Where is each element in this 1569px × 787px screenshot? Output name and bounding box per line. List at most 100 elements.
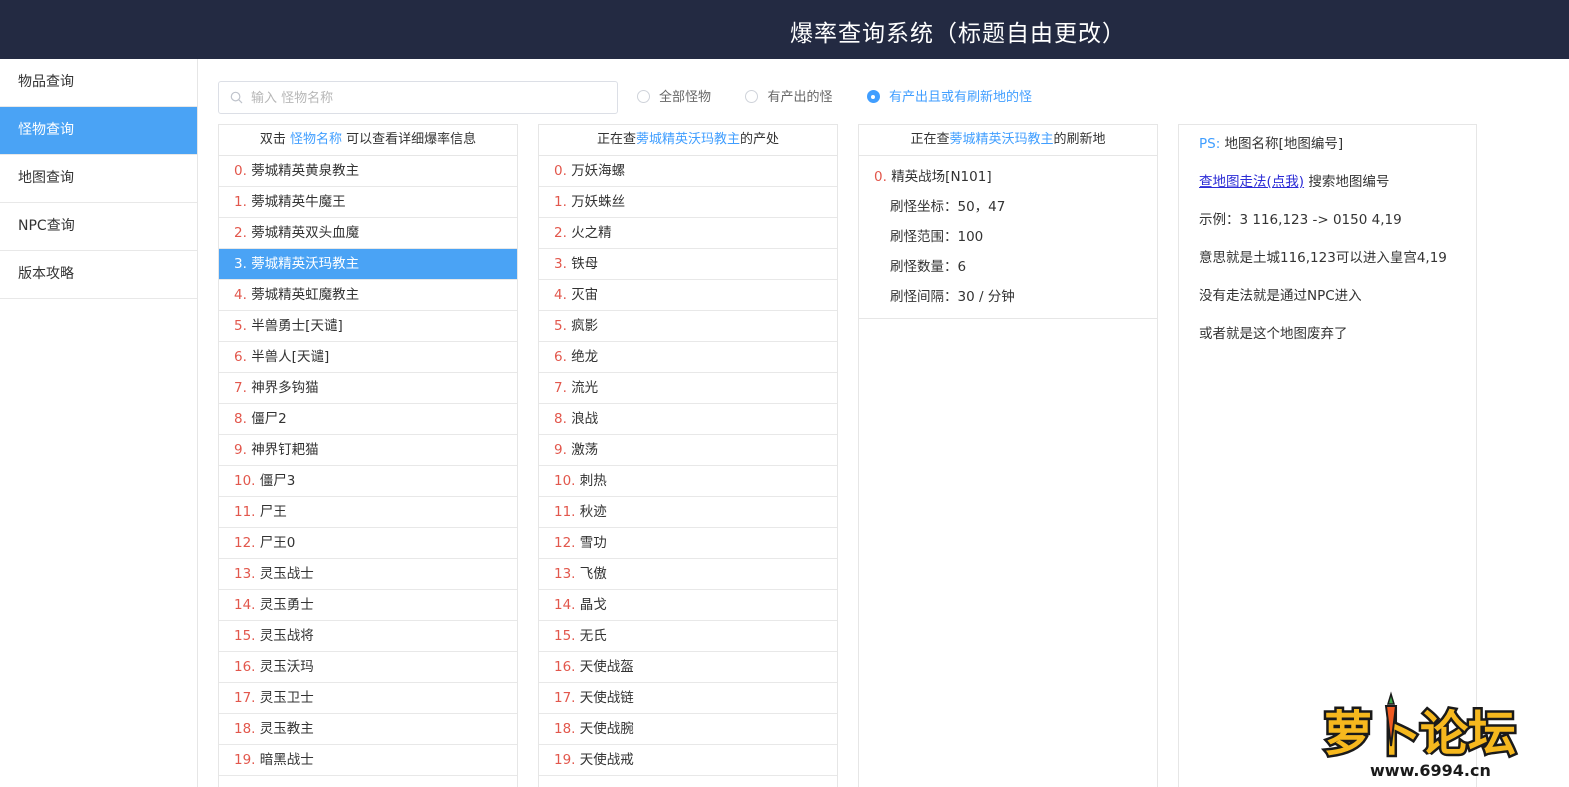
sidebar-item-version-guide[interactable]: 版本攻略 (0, 251, 197, 299)
monster-row[interactable]: 19. 暗黑战士 (219, 745, 517, 776)
monster-row[interactable]: 5. 半兽勇士[天谴] (219, 311, 517, 342)
header-highlight: 怪物名称 (289, 132, 342, 147)
sidebar-item-item-query[interactable]: 物品查询 (0, 59, 197, 107)
drop-row[interactable]: 18. 天使战腕 (539, 714, 837, 745)
monster-row[interactable]: 18. 灵玉教主 (219, 714, 517, 745)
monster-name: 暗黑战士 (259, 752, 314, 768)
sidebar-item-npc-query[interactable]: NPC查询 (0, 203, 197, 251)
row-index: 7. (234, 380, 247, 396)
info-example: 示例：3 116,123 -> 0150 4,19 (1199, 212, 1402, 228)
drop-row[interactable]: 12. 雪功 (539, 528, 837, 559)
drop-row[interactable]: 16. 天使战盔 (539, 652, 837, 683)
drop-row[interactable]: 8. 浪战 (539, 404, 837, 435)
drop-row[interactable]: 5. 疯影 (539, 311, 837, 342)
monster-row[interactable]: 13. 灵玉战士 (219, 559, 517, 590)
monster-name: 蒡城精英牛魔王 (251, 194, 346, 210)
row-index: 15. (234, 628, 256, 644)
drop-row[interactable]: 9. 激荡 (539, 435, 837, 466)
monster-row[interactable]: 8. 僵尸2 (219, 404, 517, 435)
row-index: 14. (554, 597, 576, 613)
row-index: 19. (234, 752, 256, 768)
filter-with-drops-or-spawns[interactable]: 有产出且或有刷新地的怪 (866, 86, 1032, 105)
drop-row[interactable]: 6. 绝龙 (539, 342, 837, 373)
filter-with-drops[interactable]: 有产出的怪 (745, 86, 832, 105)
drop-row[interactable]: 1. 万妖蛛丝 (539, 187, 837, 218)
drop-row[interactable]: 0. 万妖海螺 (539, 156, 837, 187)
item-name: 流光 (571, 380, 599, 396)
monster-name: 灵玉战将 (259, 628, 314, 644)
monster-name: 尸王 (259, 504, 287, 520)
drops-panel: 正在查蒡城精英沃玛教主的产处 0. 万妖海螺 1. 万妖蛛丝 2. 火之精 3.… (538, 124, 838, 787)
filter-all-monsters[interactable]: 全部怪物 (637, 86, 711, 105)
row-index: 7. (554, 380, 567, 396)
monster-name: 半兽人[天谴] (251, 349, 330, 365)
monster-row[interactable]: 16. 灵玉沃玛 (219, 652, 517, 683)
item-name: 天使战盔 (579, 659, 634, 675)
monster-row[interactable]: 7. 神界多钩猫 (219, 373, 517, 404)
sidebar-item-monster-query[interactable]: 怪物查询 (0, 107, 197, 155)
monster-row[interactable]: 15. 灵玉战将 (219, 621, 517, 652)
drop-row[interactable]: 17. 天使战链 (539, 683, 837, 714)
monster-row[interactable]: 9. 神界钉耙猫 (219, 435, 517, 466)
monster-name: 神界钉耙猫 (251, 442, 319, 458)
sidebar-item-map-query[interactable]: 地图查询 (0, 155, 197, 203)
monster-row[interactable]: 17. 灵玉卫士 (219, 683, 517, 714)
item-name: 天使战戒 (579, 752, 634, 768)
drop-row[interactable]: 7. 流光 (539, 373, 837, 404)
info-no-route: 没有走法就是通过NPC进入 (1199, 288, 1362, 304)
row-index: 1. (554, 194, 567, 210)
map-route-link[interactable]: 查地图走法(点我) (1199, 174, 1304, 190)
header-text: 的产处 (740, 132, 780, 147)
refresh-map[interactable]: 0. 精英战场[N101] (859, 162, 1157, 192)
info-ps: PS: 地图名称[地图编号] (1199, 129, 1476, 167)
row-index: 12. (234, 535, 256, 551)
row-index: 13. (554, 566, 576, 582)
info-abandoned: 或者就是这个地图废弃了 (1199, 326, 1348, 342)
monster-row[interactable]: 11. 尸王 (219, 497, 517, 528)
item-name: 天使战链 (579, 690, 634, 706)
row-index: 4. (554, 287, 567, 303)
monster-row[interactable]: 2. 蒡城精英双头血魔 (219, 218, 517, 249)
row-index: 0. (874, 169, 887, 185)
drop-row[interactable]: 2. 火之精 (539, 218, 837, 249)
page-title: 爆率查询系统（标题自由更改） (790, 21, 1126, 47)
item-name: 铁母 (571, 256, 599, 272)
item-name: 浪战 (571, 411, 599, 427)
drop-row[interactable]: 19. 天使战戒 (539, 745, 837, 776)
header-monster-name: 蒡城精英沃玛教主 (949, 132, 1054, 147)
drops-list: 0. 万妖海螺 1. 万妖蛛丝 2. 火之精 3. 铁母 4. 灭宙 5. 疯影… (539, 156, 837, 776)
item-name: 天使战腕 (579, 721, 634, 737)
drop-row[interactable]: 10. 刺热 (539, 466, 837, 497)
monster-list-header: 双击 怪物名称 可以查看详细爆率信息 (219, 125, 517, 156)
filter-label: 有产出且或有刷新地的怪 (888, 90, 1032, 105)
monster-row[interactable]: 6. 半兽人[天谴] (219, 342, 517, 373)
row-index: 18. (234, 721, 256, 737)
refresh-coord: 刷怪坐标：50，47 (890, 199, 1006, 215)
monster-name: 灵玉教主 (259, 721, 314, 737)
monster-list: 0. 蒡城精英黄泉教主 1. 蒡城精英牛魔王 2. 蒡城精英双头血魔 3. 蒡城… (219, 156, 517, 776)
drop-row[interactable]: 4. 灭宙 (539, 280, 837, 311)
drop-row[interactable]: 3. 铁母 (539, 249, 837, 280)
drop-row[interactable]: 13. 飞傲 (539, 559, 837, 590)
radio-checked-icon (866, 90, 880, 103)
monster-row[interactable]: 0. 蒡城精英黄泉教主 (219, 156, 517, 187)
monster-name: 蒡城精英双头血魔 (251, 225, 360, 241)
monster-row[interactable]: 10. 僵尸3 (219, 466, 517, 497)
item-name: 灭宙 (571, 287, 599, 303)
row-index: 9. (554, 442, 567, 458)
monster-row[interactable]: 12. 尸王0 (219, 528, 517, 559)
drop-row[interactable]: 15. 无氏 (539, 621, 837, 652)
monster-row[interactable]: 4. 蒡城精英虹魔教主 (219, 280, 517, 311)
monster-row[interactable]: 1. 蒡城精英牛魔王 (219, 187, 517, 218)
drop-row[interactable]: 11. 秋迹 (539, 497, 837, 528)
monster-name: 灵玉沃玛 (259, 659, 314, 675)
filter-label: 全部怪物 (659, 90, 712, 105)
monster-name: 灵玉勇士 (259, 597, 314, 613)
drop-row[interactable]: 14. 晶戈 (539, 590, 837, 621)
row-index: 17. (554, 690, 576, 706)
row-index: 16. (554, 659, 576, 675)
monster-name: 神界多钩猫 (251, 380, 319, 396)
monster-row-selected[interactable]: 3. 蒡城精英沃玛教主 (219, 249, 517, 280)
monster-row[interactable]: 14. 灵玉勇士 (219, 590, 517, 621)
monster-search-input[interactable] (251, 86, 606, 110)
